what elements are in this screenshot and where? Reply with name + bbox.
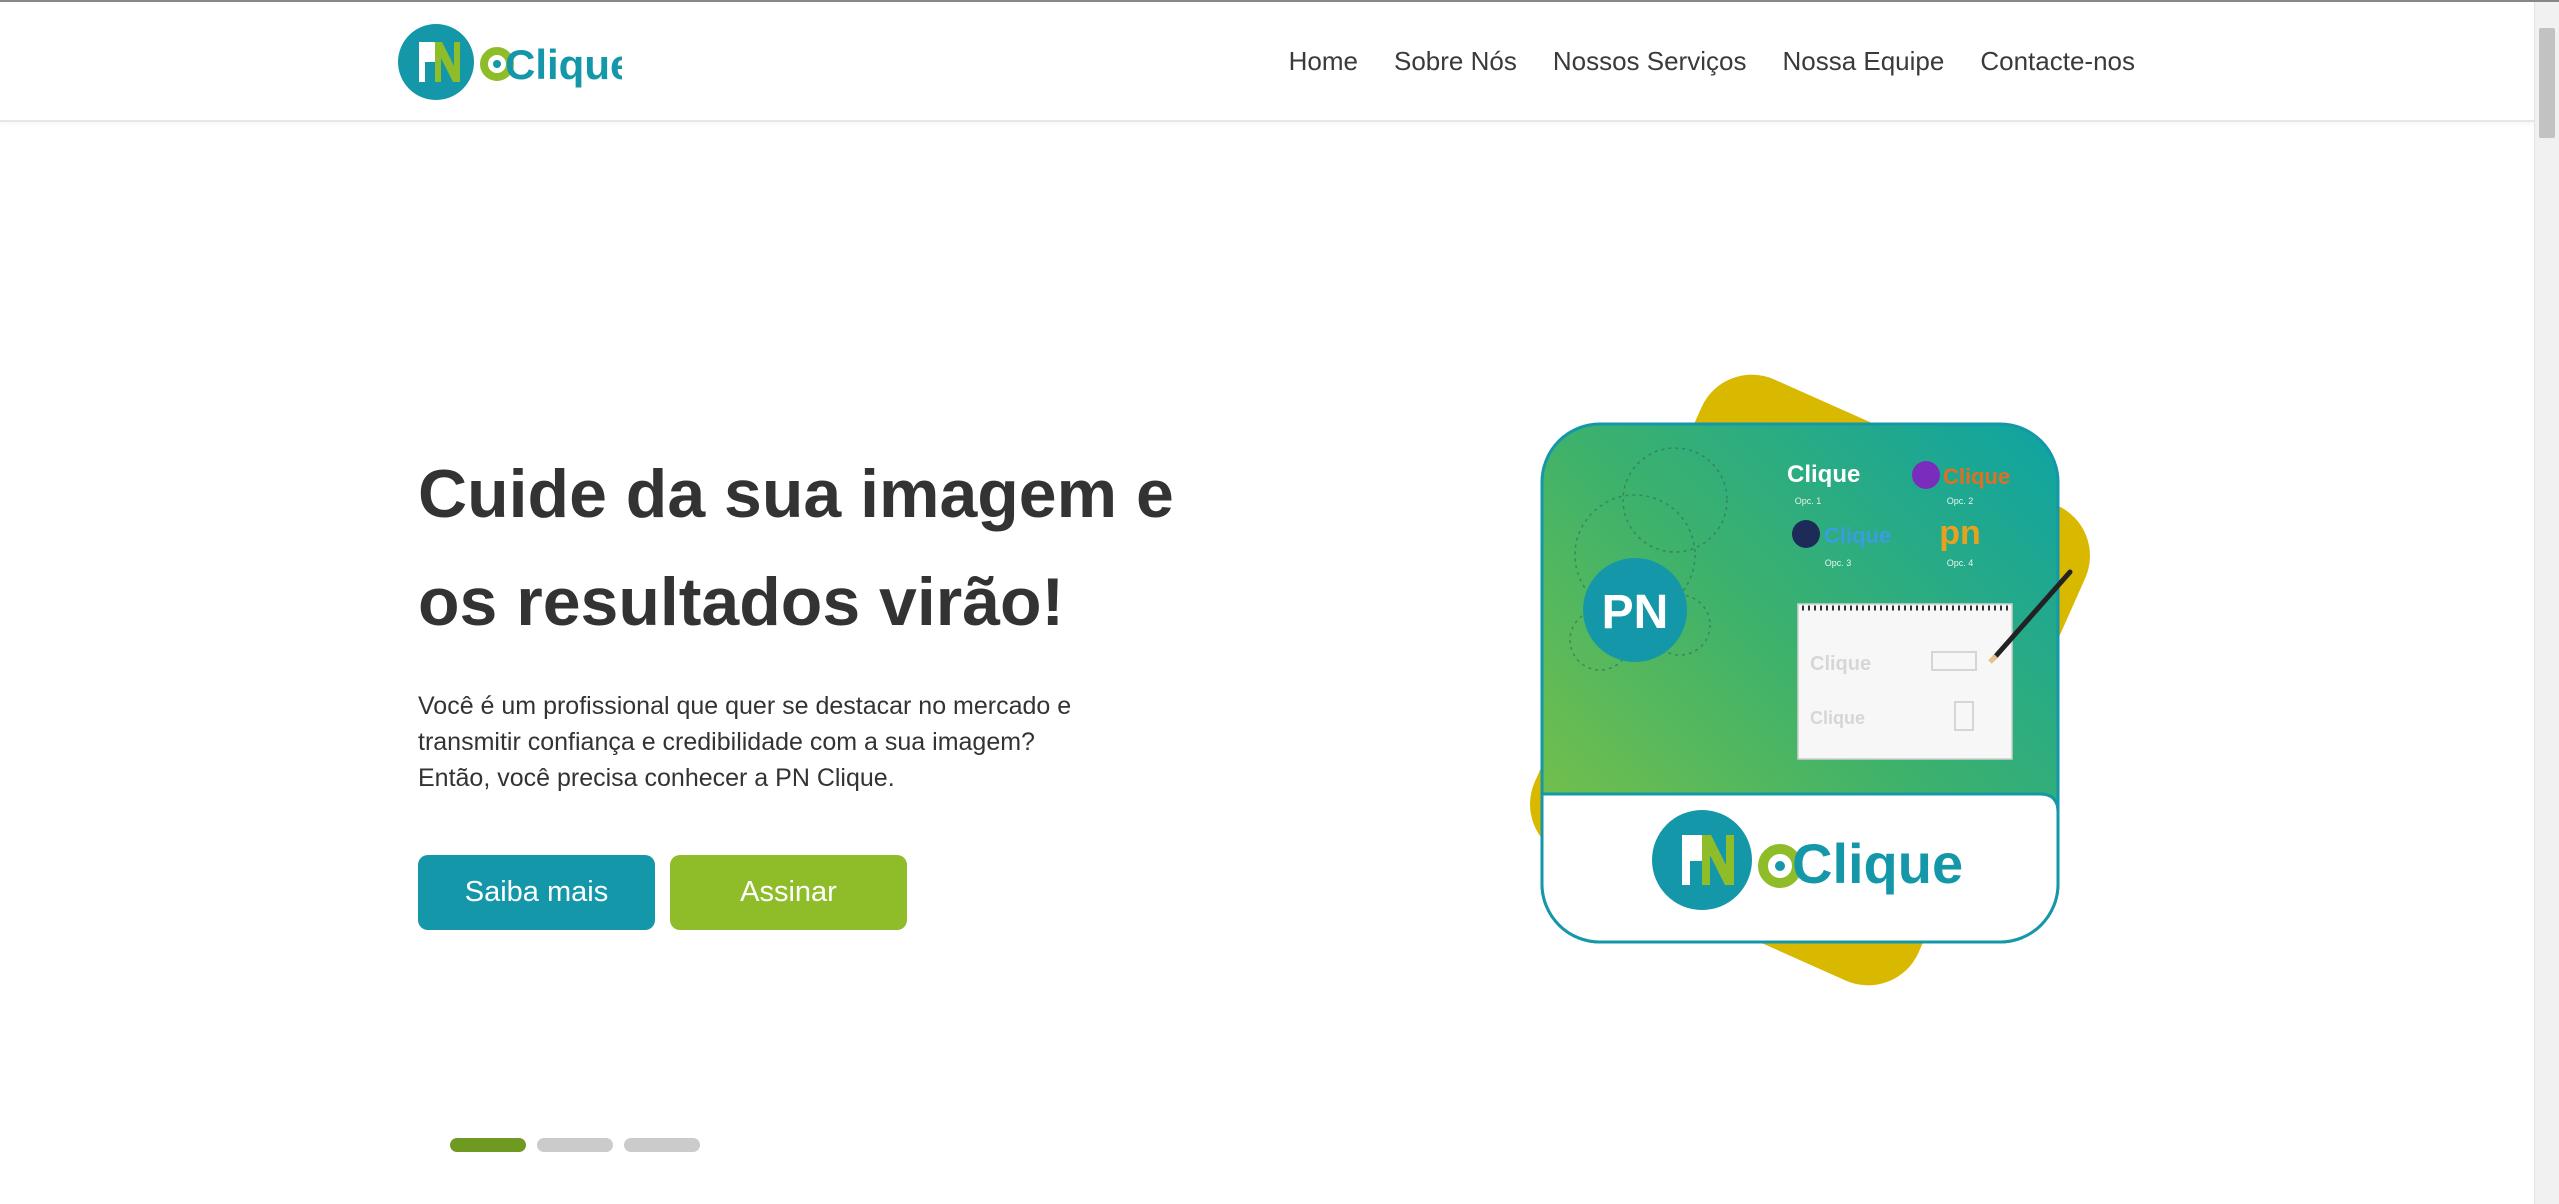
- sketch-notebook-icon: Clique Clique: [1797, 603, 2013, 760]
- carousel-dot-2[interactable]: [537, 1138, 613, 1152]
- main-nav: Home Sobre Nós Nossos Serviços Nossa Equ…: [1253, 2, 2135, 120]
- option-3-label: Opc. 3: [1825, 558, 1852, 568]
- option-2-label: Opc. 2: [1947, 496, 1974, 506]
- hero-illustration: PN Clique Opc. 1 Clique Opc. 2 Clique Op…: [1530, 374, 2090, 986]
- nav-home[interactable]: Home: [1289, 46, 1358, 77]
- logo-text: Clique: [505, 41, 622, 88]
- nav-sobre-nos[interactable]: Sobre Nós: [1394, 46, 1517, 77]
- site-logo[interactable]: Clique: [397, 22, 622, 102]
- nav-nossa-equipe[interactable]: Nossa Equipe: [1782, 46, 1944, 77]
- vertical-scrollbar[interactable]: [2534, 2, 2559, 1204]
- sketch-logo-2: Clique: [1810, 708, 1865, 728]
- option-4-logo: pn: [1939, 514, 1981, 552]
- option-1-logo: Clique: [1787, 461, 1860, 488]
- site-header: Clique Home Sobre Nós Nossos Serviços No…: [0, 2, 2535, 122]
- option-3-logo: Clique: [1824, 523, 1891, 548]
- card-brand-text: Clique: [1792, 832, 1963, 895]
- carousel-dot-1[interactable]: [450, 1138, 526, 1152]
- option-2-logo: Clique: [1943, 464, 2010, 489]
- hero-text-line-3: Então, você precisa conhecer a PN Clique…: [418, 764, 895, 792]
- sketch-logo-1: Clique: [1810, 653, 1871, 675]
- saiba-mais-button[interactable]: Saiba mais: [418, 855, 655, 930]
- nav-nossos-servicos[interactable]: Nossos Serviços: [1553, 46, 1747, 77]
- carousel-dot-3[interactable]: [624, 1138, 700, 1152]
- hero-text-line-1: Você é um profissional que quer se desta…: [418, 692, 1072, 720]
- hero-text-line-2: transmitir confiança e credibilidade com…: [418, 728, 1035, 756]
- carousel-indicators: [450, 1138, 711, 1152]
- illustration-monogram: PN: [1602, 586, 1669, 639]
- assinar-button[interactable]: Assinar: [670, 855, 907, 930]
- scrollbar-thumb[interactable]: [2539, 28, 2555, 138]
- option-4-label: Opc. 4: [1947, 558, 1974, 568]
- hero-description: Você é um profissional que quer se desta…: [418, 688, 1198, 796]
- hero-title: Cuide da sua imagem e os resultados virã…: [418, 440, 1318, 656]
- option-1-label: Opc. 1: [1795, 496, 1822, 506]
- hero-title-line-1: Cuide da sua imagem e: [418, 456, 1174, 532]
- hero-title-line-2: os resultados virão!: [418, 564, 1065, 640]
- nav-contacte-nos[interactable]: Contacte-nos: [1980, 46, 2135, 77]
